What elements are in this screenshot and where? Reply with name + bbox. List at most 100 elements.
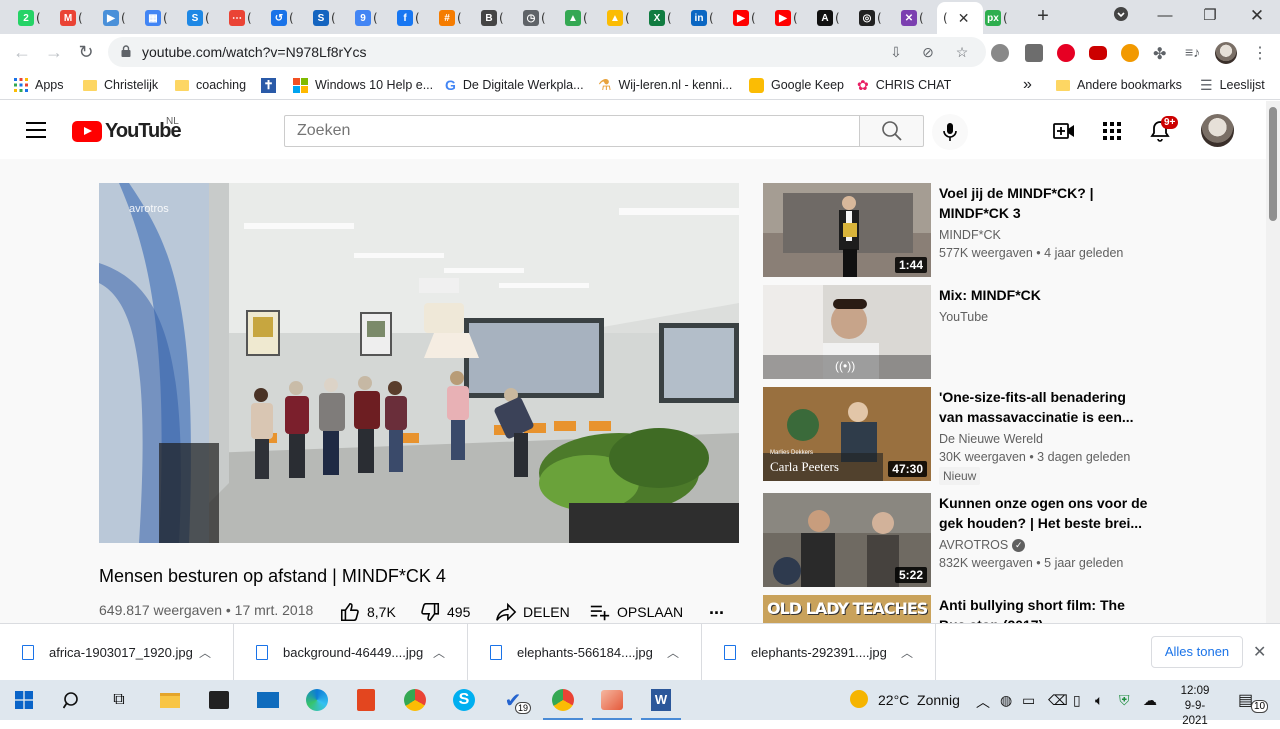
bookmark-other-folder[interactable]: Andere bookmarks (1056, 76, 1182, 94)
search-input[interactable] (285, 116, 859, 146)
volume-icon[interactable]: 🔈︎ (1095, 692, 1103, 709)
recommendation-title[interactable]: Voel jij de MINDF*CK? | MINDF*CK 3 (939, 183, 1153, 223)
save-button[interactable]: OPSLAAN (589, 600, 683, 623)
office-icon[interactable] (354, 688, 378, 712)
download-item[interactable]: elephants-292391....jpg ︿ (702, 624, 936, 681)
windows-start-icon[interactable] (12, 688, 36, 712)
recommendation-item[interactable]: OLD LADY TEACHES Anti bullying short fil… (763, 595, 1163, 623)
browser-tab[interactable]: ▦( (139, 6, 173, 30)
tracking-off-icon[interactable]: ⊘ (920, 44, 936, 60)
recommendation-channel[interactable]: De Nieuwe Wereld (939, 432, 1043, 446)
extension-square-icon[interactable] (1025, 44, 1043, 62)
security-shield-icon[interactable]: ⛨ (1119, 692, 1130, 709)
browser-tab[interactable]: ▶( (769, 6, 803, 30)
recommendation-item[interactable]: 1:44 Voel jij de MINDF*CK? | MINDF*CK 3 … (763, 183, 1163, 278)
bookmark-star-icon[interactable]: ☆ (954, 44, 970, 60)
browser-tab[interactable]: #( (433, 6, 467, 30)
task-view-icon[interactable]: ⧉ (107, 688, 131, 712)
chevron-up-icon[interactable]: ︿ (199, 644, 211, 661)
forward-button[interactable]: → (44, 42, 64, 62)
recommendation-item[interactable]: 5:22 Kunnen onze ogen ons voor de gek ho… (763, 493, 1163, 588)
recommendation-channel[interactable]: MINDF*CK (939, 228, 1001, 242)
onedrive-cloud-icon[interactable]: ☁ (1143, 692, 1157, 709)
browser-tab[interactable]: M( (54, 6, 88, 30)
recommendation-title[interactable]: Kunnen onze ogen ons voor de gek houden?… (939, 493, 1153, 533)
chrome-icon[interactable] (403, 688, 427, 712)
back-button[interactable]: ← (12, 42, 32, 62)
browser-tab[interactable]: 9( (349, 6, 383, 30)
close-downloads-icon[interactable]: ✕ (1253, 642, 1266, 662)
browser-tab[interactable]: ▲( (601, 6, 635, 30)
tab-active-youtube[interactable]: ( ✕ (937, 2, 983, 34)
bookmark-apps[interactable]: Apps (14, 76, 64, 94)
like-button[interactable]: 8,7K (339, 600, 396, 623)
recommendation-thumbnail[interactable]: 1:44 (763, 183, 931, 277)
recommendation-thumbnail[interactable]: Marlies Dekkers Carla Peeters 47:30 (763, 387, 931, 481)
address-bar[interactable]: youtube.com/watch?v=N978Lf8rYcs ⇩ ⊘ ☆ (108, 37, 986, 67)
skype-icon[interactable]: S (452, 688, 476, 712)
page-scrollbar[interactable] (1266, 101, 1280, 623)
bookmark-google-keep[interactable]: Google Keep (749, 76, 844, 94)
extension-eye-icon[interactable] (991, 44, 1009, 62)
browser-tab[interactable]: 2( (12, 6, 46, 30)
video-player[interactable]: avrotros (99, 183, 739, 543)
bookmark-folder-coaching[interactable]: coaching (175, 76, 246, 94)
chevron-up-icon[interactable]: ︿ (433, 644, 445, 661)
download-item[interactable]: elephants-566184....jpg ︿ (468, 624, 702, 681)
recommendation-item[interactable]: ((•)) Mix: MINDF*CK YouTube (763, 285, 1163, 380)
browser-tab[interactable]: ◎( (853, 6, 887, 30)
dislike-button[interactable]: 495 (419, 600, 470, 623)
show-all-downloads-button[interactable]: Alles tonen (1151, 636, 1243, 668)
clock[interactable]: 12:09 9-9-2021 (1173, 684, 1217, 729)
todo-icon[interactable]: ✔ 19 (501, 688, 532, 714)
share-button[interactable]: DELEN (495, 600, 570, 623)
meet-now-icon[interactable]: ◍ (1000, 692, 1012, 709)
browser-tab[interactable]: ▶( (727, 6, 761, 30)
maximize-button[interactable]: ❐ (1200, 6, 1220, 26)
reload-button[interactable]: ↻ (76, 42, 96, 62)
bookmark-cross[interactable]: ✝ (261, 76, 276, 94)
browser-tab[interactable]: in( (685, 6, 719, 30)
chevron-up-icon[interactable]: ︿ (667, 644, 679, 661)
browser-tab[interactable]: S( (181, 6, 215, 30)
search-icon[interactable] (60, 688, 84, 712)
recommendation-title[interactable]: Anti bullying short film: The Bus stop (… (939, 595, 1153, 623)
url-text[interactable]: youtube.com/watch?v=N978Lf8rYcs (142, 44, 367, 60)
download-item[interactable]: background-46449....jpg ︿ (234, 624, 468, 681)
extensions-puzzle-icon[interactable]: ✤ (1153, 44, 1171, 63)
recommendation-channel[interactable]: AVROTROS ✓ (939, 538, 1026, 552)
bookmark-folder-christelijk[interactable]: Christelijk (83, 76, 158, 94)
minimize-button[interactable]: — (1155, 6, 1175, 26)
browser-tab[interactable]: px( (979, 6, 1013, 30)
browser-tab[interactable]: ✕( (895, 6, 929, 30)
create-video-icon[interactable] (1052, 119, 1076, 143)
recommendation-thumbnail[interactable]: ((•)) (763, 285, 931, 379)
recommendation-thumbnail[interactable]: OLD LADY TEACHES (763, 595, 931, 623)
bookmark-chris-chat[interactable]: ✿ CHRIS CHAT (857, 76, 951, 94)
new-tab-button[interactable]: + (1033, 6, 1053, 27)
tab-search-icon[interactable] (1111, 6, 1131, 26)
search-box[interactable] (284, 115, 860, 147)
extension-key-icon[interactable] (1121, 44, 1139, 62)
recommendation-item[interactable]: Marlies Dekkers Carla Peeters 47:30 'One… (763, 387, 1163, 485)
close-window-button[interactable]: ✕ (1247, 6, 1267, 26)
scrollbar-thumb[interactable] (1269, 107, 1277, 221)
guide-menu-icon[interactable] (26, 122, 46, 138)
chrome-menu-icon[interactable]: ⋮ (1252, 43, 1270, 62)
media-control-icon[interactable]: ≡♪ (1185, 44, 1203, 62)
file-explorer-icon[interactable] (158, 688, 182, 712)
search-button[interactable] (859, 115, 924, 147)
recommendation-thumbnail[interactable]: 5:22 (763, 493, 931, 587)
browser-tab[interactable]: ▶( (97, 6, 131, 30)
more-actions-button[interactable]: ... (709, 596, 724, 620)
battery-icon[interactable]: ▯ (1073, 692, 1081, 709)
youtube-logo[interactable]: YouTube (72, 120, 182, 143)
browser-tab[interactable]: ↺( (265, 6, 299, 30)
store-icon[interactable] (207, 688, 231, 712)
account-avatar[interactable] (1201, 114, 1234, 147)
bookmark-wij-leren[interactable]: ⚗ Wij-leren.nl - kenni... (598, 76, 732, 94)
network-device-icon[interactable]: ▭ (1022, 692, 1035, 709)
download-item[interactable]: africa-1903017_1920.jpg ︿ (0, 624, 234, 681)
bookmark-digitale-werkplaats[interactable]: G De Digitale Werkpla... (445, 76, 584, 94)
reading-list-button[interactable]: ☰ Leeslijst (1200, 76, 1265, 94)
